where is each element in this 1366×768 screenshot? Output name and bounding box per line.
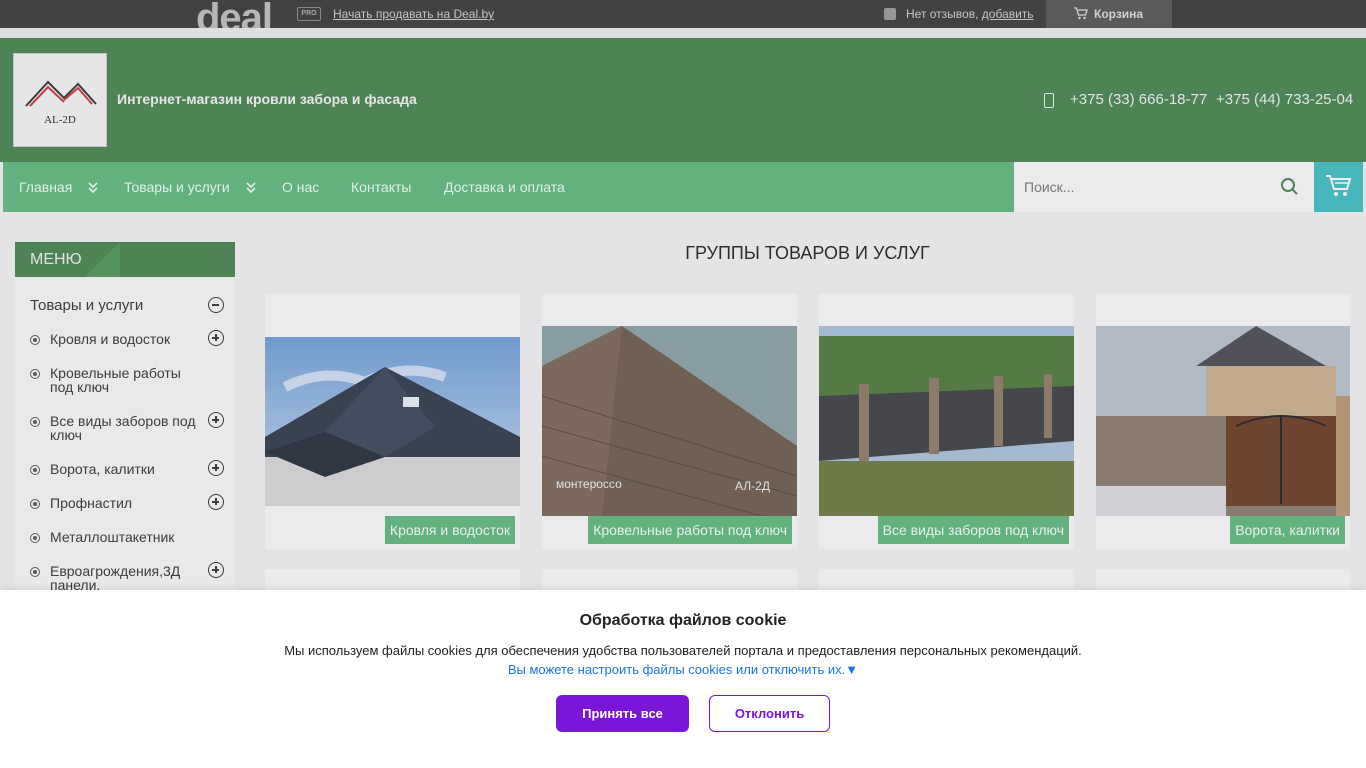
decline-button[interactable]: Отклонить <box>709 695 830 732</box>
cookie-text: Мы используем файлы cookies для обеспече… <box>284 643 1082 658</box>
cookie-banner: Обработка файлов cookie Мы используем фа… <box>0 590 1366 768</box>
modal-overlay <box>0 0 1366 590</box>
cookie-title: Обработка файлов cookie <box>579 612 787 629</box>
accept-all-button[interactable]: Принять все <box>556 695 689 732</box>
cookie-settings-link[interactable]: Вы можете настроить файлы cookies или от… <box>0 662 1366 677</box>
